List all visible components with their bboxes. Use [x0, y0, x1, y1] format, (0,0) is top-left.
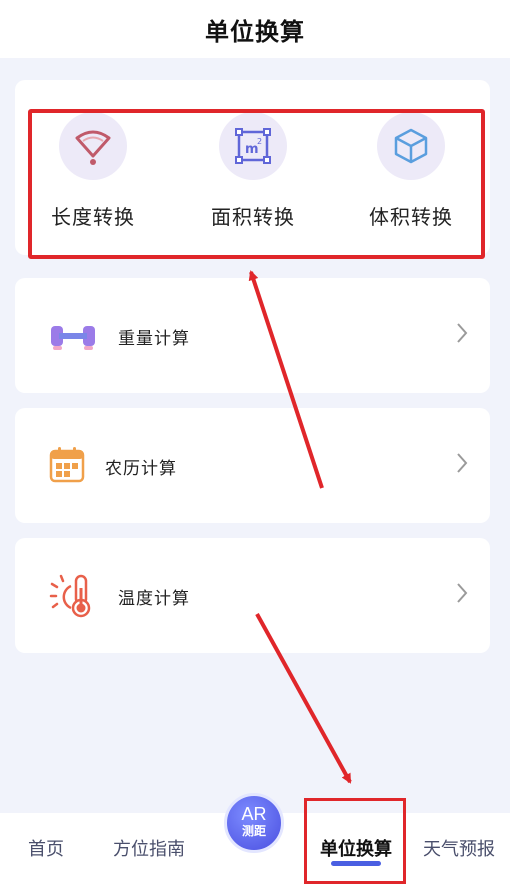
- lunar-calc-label: 农历计算: [105, 459, 177, 478]
- app-header: 单位换算: [0, 0, 510, 58]
- chevron-right-icon: [456, 582, 468, 609]
- area-square-icon: m 2: [219, 112, 287, 180]
- volume-conversion-button[interactable]: 体积转换: [341, 112, 481, 232]
- cube-icon: [377, 112, 445, 180]
- svg-text:2: 2: [257, 137, 262, 146]
- nav-weather[interactable]: 天气预报: [423, 835, 495, 861]
- ruler-fan-icon: [59, 112, 127, 180]
- calendar-icon: [49, 446, 85, 489]
- lunar-calc-row[interactable]: 农历计算: [15, 408, 490, 523]
- ar-measure-button[interactable]: AR 测距: [224, 793, 284, 853]
- temperature-calc-row[interactable]: 温度计算: [15, 538, 490, 653]
- length-conversion-button[interactable]: 长度转换: [23, 112, 163, 232]
- nav-home[interactable]: 首页: [28, 835, 64, 861]
- active-tab-indicator: [331, 861, 381, 866]
- weight-calc-label: 重量计算: [118, 329, 190, 348]
- nav-compass[interactable]: 方位指南: [113, 835, 185, 861]
- chevron-right-icon: [456, 322, 468, 349]
- conversion-card: 长度转换 m 2 面积转换 体积转换: [15, 80, 490, 255]
- page-title: 单位换算: [205, 18, 305, 46]
- area-conversion-label: 面积转换: [211, 207, 295, 229]
- temperature-calc-label: 温度计算: [118, 589, 190, 608]
- thermometer-icon: [49, 572, 99, 623]
- chevron-right-icon: [456, 452, 468, 479]
- volume-conversion-label: 体积转换: [369, 207, 453, 229]
- weight-calc-row[interactable]: 重量计算: [15, 278, 490, 393]
- area-conversion-button[interactable]: m 2 面积转换: [183, 112, 323, 232]
- nav-unit-conversion[interactable]: 单位换算: [320, 835, 392, 861]
- length-conversion-label: 长度转换: [51, 207, 135, 229]
- dumbbell-icon: [49, 316, 97, 361]
